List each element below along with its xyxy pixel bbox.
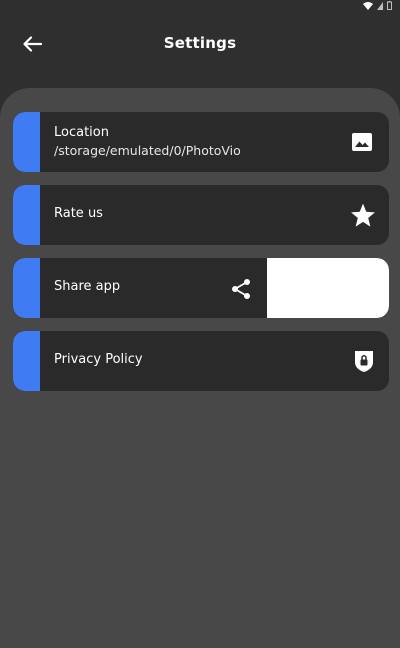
card-accent bbox=[13, 185, 40, 245]
status-bar bbox=[0, 0, 400, 14]
setting-item-share-app[interactable]: Share app bbox=[13, 258, 389, 318]
share-icon bbox=[229, 277, 253, 301]
page-title: Settings bbox=[163, 34, 237, 52]
location-path: /storage/emulated/0/PhotoVio bbox=[54, 143, 241, 158]
setting-item-location[interactable]: Location /storage/emulated/0/PhotoVio bbox=[13, 112, 389, 172]
location-label: Location bbox=[54, 125, 109, 140]
share-app-label: Share app bbox=[54, 279, 121, 294]
setting-item-rate-us[interactable]: Rate us bbox=[13, 185, 389, 245]
shield-lock-icon bbox=[351, 348, 377, 374]
battery-icon bbox=[387, 1, 392, 10]
wifi-icon bbox=[363, 1, 373, 10]
image-icon bbox=[351, 131, 373, 153]
card-accent bbox=[13, 258, 40, 318]
rate-us-label: Rate us bbox=[54, 206, 103, 221]
setting-item-privacy-policy[interactable]: Privacy Policy bbox=[13, 331, 389, 391]
privacy-policy-label: Privacy Policy bbox=[54, 352, 143, 367]
settings-panel: Location /storage/emulated/0/PhotoVio Ra… bbox=[0, 88, 400, 648]
highlight-panel bbox=[267, 258, 389, 318]
app-bar: Settings bbox=[0, 20, 400, 72]
card-accent bbox=[13, 331, 40, 391]
card-accent bbox=[13, 112, 40, 172]
star-icon bbox=[349, 201, 377, 229]
signal-icon bbox=[377, 1, 383, 10]
status-icons bbox=[363, 1, 392, 10]
